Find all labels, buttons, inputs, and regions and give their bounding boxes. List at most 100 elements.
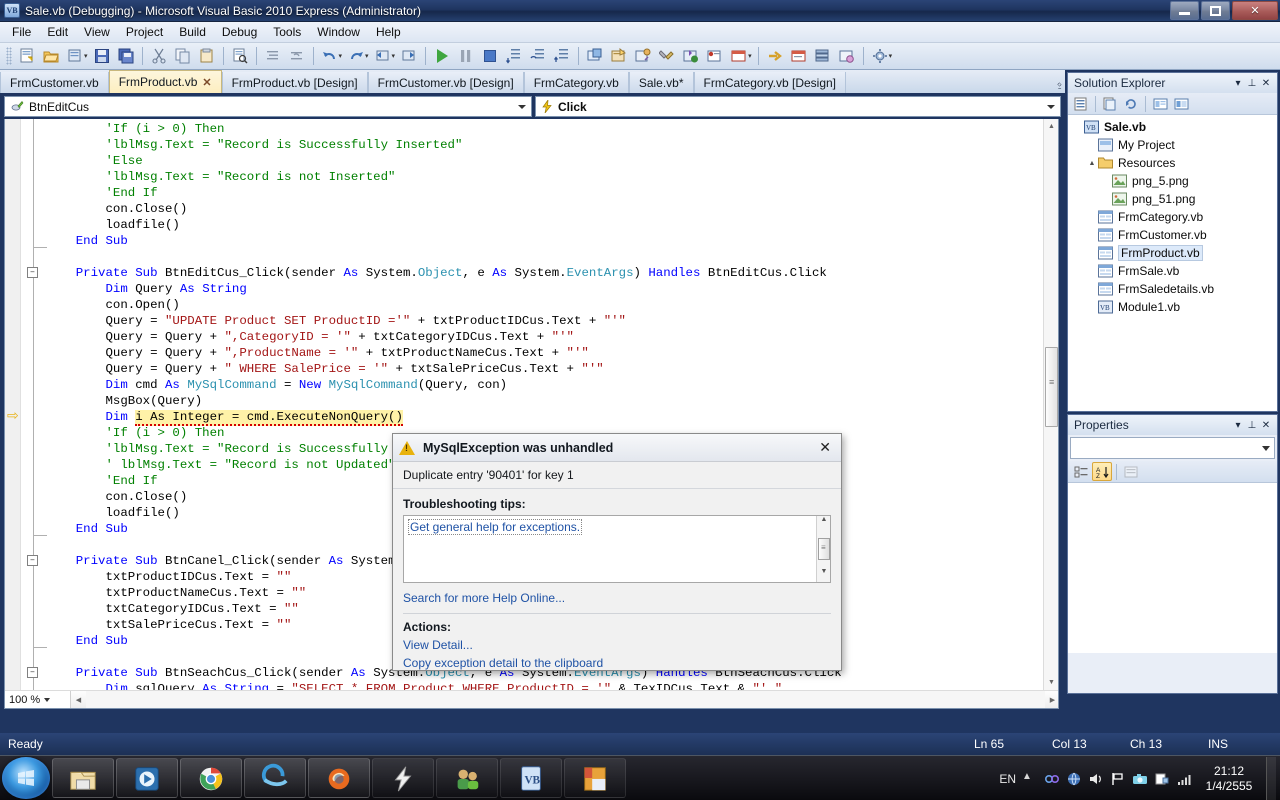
document-tab-frmcategory-vb[interactable]: FrmCategory.vb — [523, 72, 629, 93]
watch-window-icon[interactable] — [836, 45, 858, 67]
menu-item-debug[interactable]: Debug — [214, 23, 265, 41]
taskbar-item-messenger[interactable] — [436, 758, 498, 798]
scrollbar-thumb[interactable] — [1045, 347, 1058, 427]
camera-icon[interactable] — [1132, 771, 1148, 787]
properties-icon[interactable] — [1071, 94, 1091, 113]
tips-scroll-down-icon[interactable]: ▼ — [817, 568, 831, 582]
maximize-button[interactable] — [1201, 1, 1230, 20]
tree-node-sale-vb[interactable]: VB Sale.vb — [1068, 118, 1277, 136]
dropdown-icon[interactable]: ▾ — [1231, 420, 1245, 431]
tree-node-module1-vb[interactable]: VB Module1.vb — [1068, 298, 1277, 316]
tree-node-frmsale-vb[interactable]: FrmSale.vb — [1068, 262, 1277, 280]
taskbar-item-winamp[interactable] — [372, 758, 434, 798]
cut-icon[interactable] — [148, 45, 170, 67]
save-icon[interactable] — [91, 45, 113, 67]
taskbar-clock[interactable]: 21:12 1/4/2555 — [1198, 764, 1260, 794]
dropdown-icon[interactable]: ▾ — [1231, 78, 1245, 89]
taskbar-item-visual-basic[interactable]: VB — [500, 758, 562, 798]
tree-node-frmcustomer-vb[interactable]: FrmCustomer.vb — [1068, 226, 1277, 244]
taskbar-item-media-player[interactable] — [116, 758, 178, 798]
document-tab-sale-vb[interactable]: Sale.vb* — [628, 72, 694, 93]
volume-icon[interactable] — [1088, 771, 1104, 787]
solution-tree[interactable]: VB Sale.vb My Project ▲ Resources png_5.png pn… — [1068, 115, 1277, 411]
member-dropdown[interactable]: Click — [535, 96, 1061, 117]
network-link-icon[interactable] — [1044, 771, 1060, 787]
close-button[interactable]: ✕ — [1232, 1, 1278, 20]
undo-icon[interactable] — [319, 45, 341, 67]
navigate-backward-icon[interactable] — [372, 45, 394, 67]
class-dropdown[interactable]: BtnEditCus — [4, 96, 532, 117]
add-new-item-icon[interactable] — [64, 45, 86, 67]
categorized-icon[interactable] — [1071, 462, 1091, 481]
fold-collapse-icon[interactable]: – — [27, 555, 38, 566]
view-designer-icon[interactable] — [1171, 94, 1191, 113]
toolbar-grip[interactable] — [6, 47, 12, 65]
menu-item-file[interactable]: File — [4, 23, 39, 41]
menu-item-tools[interactable]: Tools — [265, 23, 309, 41]
start-orb-icon[interactable] — [2, 757, 50, 799]
menu-item-edit[interactable]: Edit — [39, 23, 76, 41]
alphabetical-icon[interactable]: AZ — [1092, 462, 1112, 481]
chevron-down-icon[interactable] — [44, 697, 51, 702]
taskbar-item-application[interactable] — [564, 758, 626, 798]
copy-exception-detail-link[interactable]: Copy exception detail to the clipboard — [403, 656, 831, 670]
signal-bars-icon[interactable] — [1176, 771, 1192, 787]
paste-icon[interactable] — [196, 45, 218, 67]
close-icon[interactable]: ✕ — [1259, 420, 1273, 431]
comment-icon[interactable] — [262, 45, 284, 67]
exception-assistant-dialog[interactable]: MySqlException was unhandled ✕ Duplicate… — [392, 433, 842, 671]
chevron-down-icon[interactable] — [1262, 446, 1270, 451]
language-indicator[interactable]: EN — [999, 772, 1016, 786]
break-all-icon[interactable] — [455, 45, 477, 67]
taskbar-item-google-chrome[interactable] — [180, 758, 242, 798]
call-stack-icon[interactable] — [812, 45, 834, 67]
editor-horizontal-scrollbar[interactable]: 100 % ◀ ▶ — [5, 690, 1058, 708]
refresh-icon[interactable] — [1121, 94, 1141, 113]
object-browser-icon[interactable] — [632, 45, 654, 67]
show-hidden-icons-icon[interactable]: ▲ — [1022, 771, 1038, 787]
minimize-button[interactable] — [1170, 1, 1199, 20]
tree-node-frmcategory-vb[interactable]: FrmCategory.vb — [1068, 208, 1277, 226]
tips-scrollbar-thumb[interactable] — [818, 538, 830, 560]
tip-link-general-help[interactable]: Get general help for exceptions. — [408, 519, 583, 535]
step-into-icon[interactable] — [503, 45, 525, 67]
error-list-icon[interactable] — [680, 45, 702, 67]
properties-grid[interactable] — [1068, 483, 1277, 653]
taskbar-item-internet-explorer[interactable] — [244, 758, 306, 798]
tree-node-frmsaledetails-vb[interactable]: FrmSaledetails.vb — [1068, 280, 1277, 298]
tab-overflow-icon[interactable]: ⍚ — [1057, 79, 1063, 90]
stop-debugging-icon[interactable] — [479, 45, 501, 67]
menu-item-view[interactable]: View — [76, 23, 118, 41]
new-project-icon[interactable] — [16, 45, 38, 67]
document-tab-frmproduct-vb[interactable]: FrmProduct.vb ✕ — [108, 70, 222, 93]
scroll-left-icon[interactable]: ◀ — [71, 696, 86, 704]
toolbox-icon[interactable] — [656, 45, 678, 67]
tree-node-frmproduct-vb[interactable]: FrmProduct.vb — [1068, 244, 1277, 262]
redo-icon[interactable] — [345, 45, 367, 67]
document-tab-frmcustomer-vb[interactable]: FrmCustomer.vb — [0, 72, 109, 93]
menu-item-help[interactable]: Help — [368, 23, 409, 41]
show-desktop-button[interactable] — [1266, 757, 1276, 800]
editor-vertical-scrollbar[interactable]: ▲ ▼ — [1043, 119, 1058, 708]
usb-safely-remove-icon[interactable] — [1154, 771, 1170, 787]
show-all-files-icon[interactable] — [1100, 94, 1120, 113]
find-icon[interactable] — [229, 45, 251, 67]
uncomment-icon[interactable] — [286, 45, 308, 67]
save-all-icon[interactable] — [115, 45, 137, 67]
scroll-up-icon[interactable]: ▲ — [1044, 119, 1058, 134]
document-tab-frmcustomer-vb-design[interactable]: FrmCustomer.vb [Design] — [367, 72, 524, 93]
document-tab-frmcategory-vb-design[interactable]: FrmCategory.vb [Design] — [693, 72, 847, 93]
troubleshooting-tips-list[interactable]: Get general help for exceptions. ▲ ▼ — [403, 515, 831, 583]
action-center-flag-icon[interactable] — [1110, 771, 1126, 787]
scroll-right-icon[interactable]: ▶ — [1045, 696, 1058, 704]
taskbar-item-windows-explorer[interactable] — [52, 758, 114, 798]
tips-scroll-up-icon[interactable]: ▲ — [817, 516, 831, 530]
exception-dialog-close-icon[interactable]: ✕ — [815, 439, 835, 456]
pin-icon[interactable]: ⊥ — [1245, 420, 1259, 431]
view-detail-link[interactable]: View Detail... — [403, 638, 831, 652]
open-file-icon[interactable] — [40, 45, 62, 67]
tree-node-resources[interactable]: ▲ Resources — [1068, 154, 1277, 172]
tips-scrollbar[interactable]: ▲ ▼ — [816, 516, 830, 582]
horizontal-scroll-track[interactable] — [86, 690, 1045, 708]
globe-icon[interactable] — [1066, 771, 1082, 787]
